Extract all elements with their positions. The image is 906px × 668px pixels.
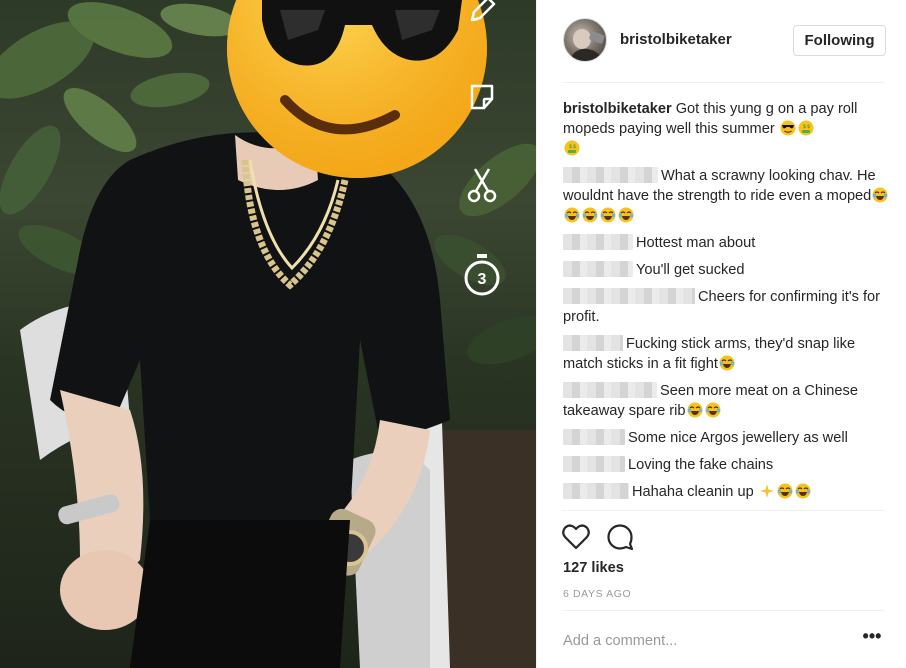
pencil-icon[interactable] bbox=[458, 0, 506, 34]
add-comment-input[interactable] bbox=[563, 630, 853, 652]
joy-emoji bbox=[687, 402, 703, 418]
post-actions bbox=[560, 521, 680, 553]
post-timestamp[interactable]: 6 DAYS AGO bbox=[563, 588, 631, 600]
redacted-username bbox=[563, 429, 625, 445]
comment-list[interactable]: bristolbiketaker Got this yung g on a pay… bbox=[563, 99, 891, 501]
svg-text:$: $ bbox=[569, 144, 572, 150]
comment-bubble-icon[interactable] bbox=[604, 521, 636, 553]
joy-emoji bbox=[582, 207, 598, 223]
story-tools: 3 bbox=[458, 0, 508, 320]
comment-text: Loving the fake chains bbox=[628, 457, 774, 473]
comment-item: Seen more meat on a Chinese takeaway spa… bbox=[563, 381, 891, 421]
joy-emoji bbox=[872, 187, 888, 203]
comment-text: Some nice Argos jewellery as well bbox=[628, 430, 848, 446]
comment-item: You'll get sucked bbox=[563, 260, 891, 280]
avatar[interactable] bbox=[563, 18, 607, 62]
comment-item: Fucking stick arms, they'd snap like mat… bbox=[563, 334, 891, 374]
redacted-username bbox=[563, 261, 633, 277]
comment-item: What a scrawny looking chav. He wouldnt … bbox=[563, 166, 891, 226]
header-divider bbox=[562, 82, 884, 83]
like-heart-icon[interactable] bbox=[560, 521, 592, 553]
redacted-username bbox=[563, 483, 629, 499]
caption: bristolbiketaker Got this yung g on a pay… bbox=[563, 99, 891, 159]
post-header: bristolbiketaker Following bbox=[563, 14, 887, 68]
money-mouth-emoji: $ $ bbox=[564, 140, 580, 156]
joy-emoji bbox=[600, 207, 616, 223]
caption-author[interactable]: bristolbiketaker bbox=[563, 101, 672, 117]
redacted-username bbox=[563, 288, 695, 304]
comment-item: Cheers for confirming it's for profit. bbox=[563, 287, 891, 327]
username[interactable]: bristolbiketaker bbox=[620, 31, 732, 48]
comment-item: Some nice Argos jewellery as well bbox=[563, 428, 891, 448]
comments-divider bbox=[562, 510, 884, 511]
svg-text:$: $ bbox=[803, 124, 806, 130]
redacted-username bbox=[563, 335, 623, 351]
joy-emoji bbox=[564, 207, 580, 223]
redacted-username bbox=[563, 382, 657, 398]
joy-emoji bbox=[777, 483, 793, 499]
sticker-icon[interactable] bbox=[458, 73, 506, 121]
photo-scene bbox=[0, 0, 536, 668]
comment-item: Hottest man about bbox=[563, 233, 891, 253]
comment-item: Loving the fake chains bbox=[563, 455, 891, 475]
sunglasses-face-emoji bbox=[780, 120, 796, 136]
money-mouth-emoji: $ $ bbox=[798, 120, 814, 136]
post-photo[interactable]: 3 bbox=[0, 0, 536, 668]
joy-emoji bbox=[795, 483, 811, 499]
redacted-username bbox=[563, 456, 625, 472]
joy-emoji bbox=[719, 355, 735, 371]
timer-icon[interactable]: 3 bbox=[458, 251, 506, 299]
sparkles-emoji bbox=[759, 483, 775, 499]
svg-text:$: $ bbox=[807, 124, 810, 130]
joy-emoji bbox=[705, 402, 721, 418]
redacted-username bbox=[563, 167, 658, 183]
footer-divider bbox=[562, 610, 884, 611]
following-button[interactable]: Following bbox=[793, 25, 886, 56]
comment-text: Hahaha cleanin up bbox=[632, 484, 754, 500]
scissors-icon[interactable] bbox=[458, 161, 506, 209]
like-count[interactable]: 127 likes bbox=[563, 560, 624, 576]
comment-text: You'll get sucked bbox=[636, 262, 745, 278]
comment-item: Hahaha cleanin up bbox=[563, 482, 891, 501]
more-options-button[interactable]: ••• bbox=[860, 627, 884, 651]
timer-label: 3 bbox=[478, 271, 487, 288]
comment-text: Hottest man about bbox=[636, 235, 756, 251]
redacted-username bbox=[563, 234, 633, 250]
joy-emoji bbox=[618, 207, 634, 223]
svg-text:$: $ bbox=[573, 144, 576, 150]
